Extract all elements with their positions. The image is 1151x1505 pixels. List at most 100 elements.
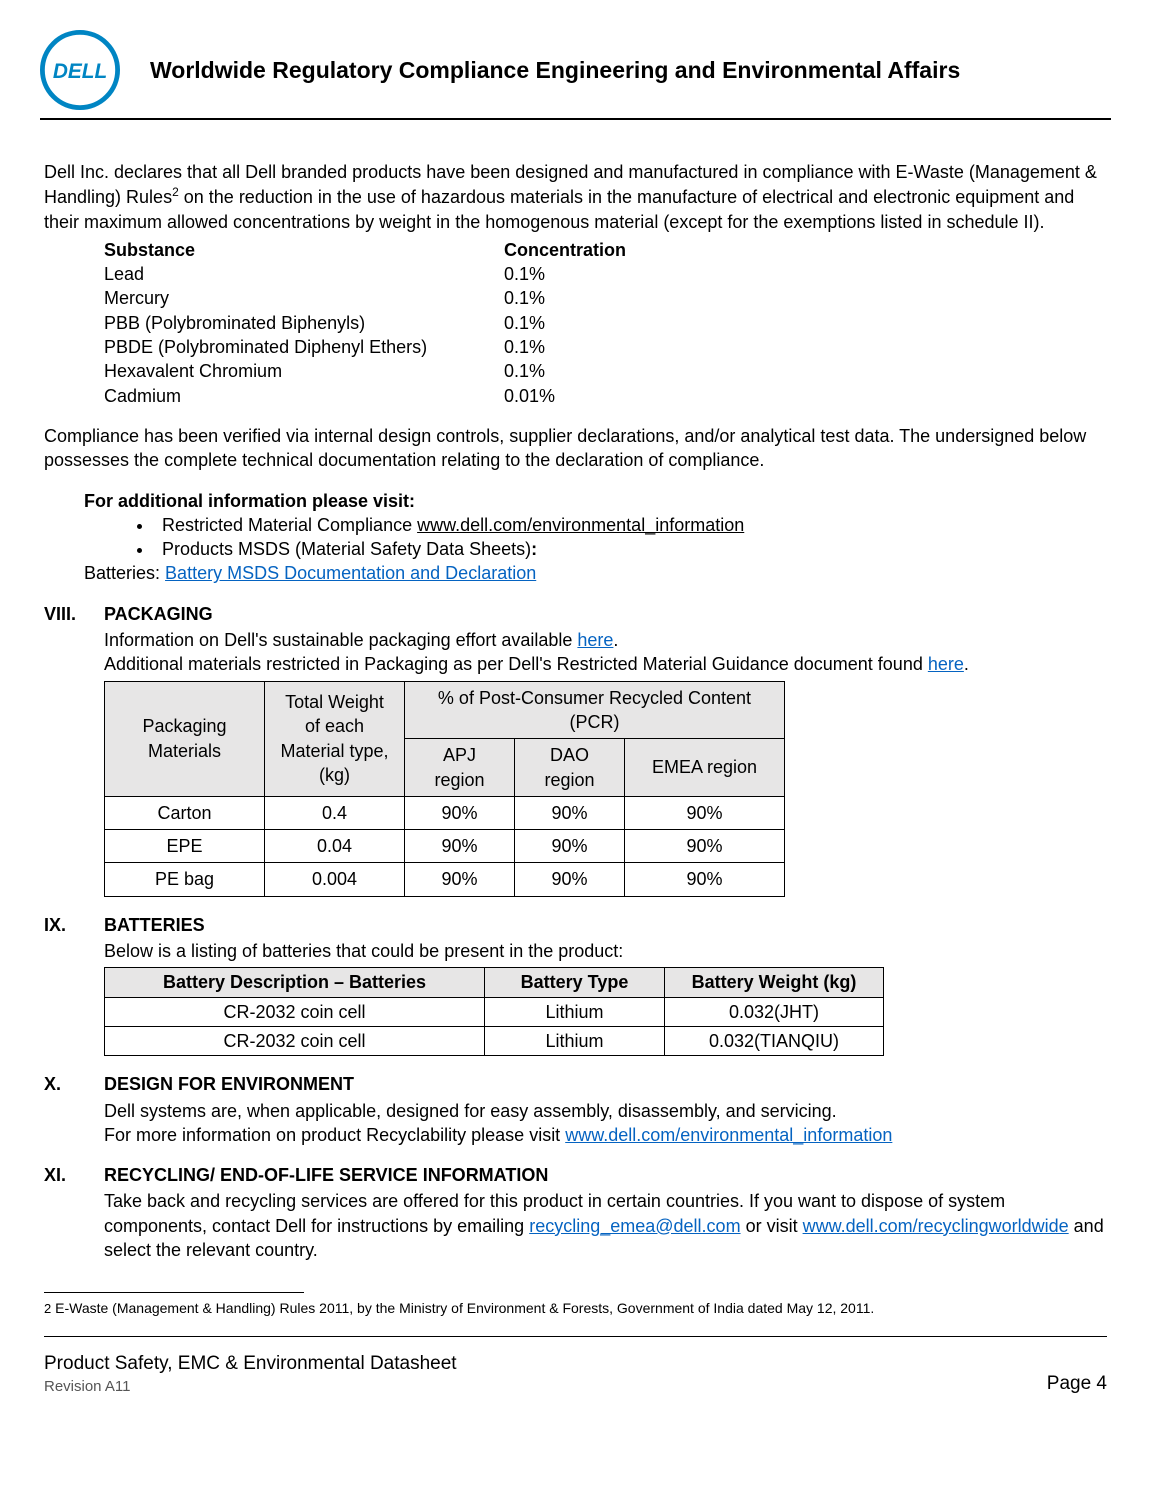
- intro-text-b: on the reduction in the use of hazardous…: [44, 187, 1074, 231]
- substance-table: Substance Concentration Lead 0.1% Mercur…: [104, 238, 1107, 408]
- battery-cell: Lithium: [485, 1026, 665, 1055]
- battery-cell: CR-2032 coin cell: [105, 1026, 485, 1055]
- substance-value: 0.01%: [504, 384, 704, 408]
- recycling-worldwide-link[interactable]: www.dell.com/recyclingworldwide: [803, 1216, 1069, 1236]
- substance-row: PBB (Polybrominated Biphenyls) 0.1%: [104, 311, 1107, 335]
- substance-name: Cadmium: [104, 384, 504, 408]
- section-title: PACKAGING: [104, 602, 213, 626]
- packaging-text: .: [613, 630, 618, 650]
- compliance-paragraph: Compliance has been verified via interna…: [44, 424, 1107, 473]
- substance-name: PBB (Polybrominated Biphenyls): [104, 311, 504, 335]
- design-text: For more information on product Recyclab…: [104, 1125, 565, 1145]
- table-row: Carton 0.4 90% 90% 90%: [105, 796, 785, 829]
- table-row: CR-2032 coin cell Lithium 0.032(JHT): [105, 997, 884, 1026]
- packaging-text: Information on Dell's sustainable packag…: [104, 630, 577, 650]
- substance-row: Hexavalent Chromium 0.1%: [104, 359, 1107, 383]
- packaging-cell: EPE: [105, 830, 265, 863]
- substance-row: Lead 0.1%: [104, 262, 1107, 286]
- design-text: Dell systems are, when applicable, desig…: [104, 1099, 1107, 1123]
- packaging-cell: 90%: [405, 830, 515, 863]
- substance-value: 0.1%: [504, 262, 704, 286]
- recycling-section-body: Take back and recycling services are off…: [104, 1189, 1107, 1262]
- footnote-separator: [44, 1292, 304, 1293]
- section-number: X.: [44, 1072, 104, 1096]
- intro-paragraph: Dell Inc. declares that all Dell branded…: [44, 160, 1107, 234]
- substance-row: Cadmium 0.01%: [104, 384, 1107, 408]
- battery-cell: 0.032(TIANQIU): [665, 1026, 884, 1055]
- packaging-cell: 90%: [515, 796, 625, 829]
- batteries-table: Battery Description – Batteries Battery …: [104, 967, 884, 1056]
- footnote: 2 E-Waste (Management & Handling) Rules …: [44, 1299, 1107, 1318]
- packaging-cell: Carton: [105, 796, 265, 829]
- table-row: CR-2032 coin cell Lithium 0.032(TIANQIU): [105, 1026, 884, 1055]
- section-title: DESIGN FOR ENVIRONMENT: [104, 1072, 354, 1096]
- packaging-section-body: Information on Dell's sustainable packag…: [104, 628, 1107, 897]
- list-item: Products MSDS (Material Safety Data Shee…: [154, 537, 1107, 561]
- additional-info-title: For additional information please visit:: [84, 489, 1107, 513]
- packaging-table: Packaging Materials Total Weight of each…: [104, 681, 785, 897]
- section-heading-batteries: IX. BATTERIES: [44, 913, 1107, 937]
- footer-page-number: Page 4: [1047, 1371, 1107, 1397]
- packaging-header-materials: Packaging Materials: [105, 681, 265, 796]
- packaging-cell: 90%: [405, 796, 515, 829]
- substance-name: Mercury: [104, 286, 504, 310]
- substance-row: Mercury 0.1%: [104, 286, 1107, 310]
- header-title: Worldwide Regulatory Compliance Engineer…: [150, 57, 960, 84]
- environmental-info-link[interactable]: www.dell.com/environmental_information: [417, 515, 744, 535]
- packaging-cell: 90%: [515, 863, 625, 896]
- bullet-text: Restricted Material Compliance: [162, 515, 417, 535]
- footnote-text: E-Waste (Management & Handling) Rules 20…: [51, 1300, 874, 1316]
- batteries-section-body: Below is a listing of batteries that cou…: [104, 939, 1107, 1056]
- section-heading-design: X. DESIGN FOR ENVIRONMENT: [44, 1072, 1107, 1096]
- packaging-here-link[interactable]: here: [577, 630, 613, 650]
- packaging-text: Additional materials restricted in Packa…: [104, 654, 928, 674]
- batteries-header-desc: Battery Description – Batteries: [105, 968, 485, 997]
- substance-header-concentration: Concentration: [504, 238, 704, 262]
- batteries-label: Batteries:: [84, 563, 165, 583]
- batteries-header-weight: Battery Weight (kg): [665, 968, 884, 997]
- section-number: VIII.: [44, 602, 104, 626]
- section-number: IX.: [44, 913, 104, 937]
- packaging-cell: 90%: [625, 863, 785, 896]
- packaging-header-dao: DAO region: [515, 739, 625, 797]
- footer-doc-title: Product Safety, EMC & Environmental Data…: [44, 1351, 457, 1377]
- packaging-cell: 0.04: [265, 830, 405, 863]
- substance-value: 0.1%: [504, 286, 704, 310]
- design-section-body: Dell systems are, when applicable, desig…: [104, 1099, 1107, 1148]
- packaging-header-apj: APJ region: [405, 739, 515, 797]
- substance-row: PBDE (Polybrominated Diphenyl Ethers) 0.…: [104, 335, 1107, 359]
- table-row: PE bag 0.004 90% 90% 90%: [105, 863, 785, 896]
- additional-info-block: For additional information please visit:…: [84, 489, 1107, 586]
- document-footer: Product Safety, EMC & Environmental Data…: [44, 1351, 1107, 1397]
- battery-cell: Lithium: [485, 997, 665, 1026]
- recyclability-link[interactable]: www.dell.com/environmental_information: [565, 1125, 892, 1145]
- list-item: Restricted Material Compliance www.dell.…: [154, 513, 1107, 537]
- packaging-cell: 0.4: [265, 796, 405, 829]
- table-row: EPE 0.04 90% 90% 90%: [105, 830, 785, 863]
- bullet-colon: :: [531, 539, 537, 559]
- packaging-cell: 90%: [625, 830, 785, 863]
- packaging-cell: 0.004: [265, 863, 405, 896]
- batteries-intro: Below is a listing of batteries that cou…: [104, 939, 1107, 963]
- dell-logo-icon: DELL: [40, 30, 120, 110]
- substance-name: Hexavalent Chromium: [104, 359, 504, 383]
- footer-revision: Revision A11: [44, 1377, 457, 1397]
- packaging-header-weight: Total Weight of each Material type, (kg): [265, 681, 405, 796]
- section-title: BATTERIES: [104, 913, 205, 937]
- intro-footnote-ref: 2: [172, 185, 179, 199]
- bullet-text: Products MSDS (Material Safety Data Shee…: [162, 539, 531, 559]
- substance-name: Lead: [104, 262, 504, 286]
- batteries-header-type: Battery Type: [485, 968, 665, 997]
- section-heading-packaging: VIII. PACKAGING: [44, 602, 1107, 626]
- substance-name: PBDE (Polybrominated Diphenyl Ethers): [104, 335, 504, 359]
- battery-msds-link[interactable]: Battery MSDS Documentation and Declarati…: [165, 563, 536, 583]
- recycling-email-link[interactable]: recycling_emea@dell.com: [529, 1216, 740, 1236]
- packaging-header-pcr: % of Post-Consumer Recycled Content (PCR…: [405, 681, 785, 739]
- packaging-cell: 90%: [515, 830, 625, 863]
- section-title: RECYCLING/ END-OF-LIFE SERVICE INFORMATI…: [104, 1163, 548, 1187]
- recycling-text: or visit: [741, 1216, 803, 1236]
- packaging-text: .: [964, 654, 969, 674]
- restricted-guidance-link[interactable]: here: [928, 654, 964, 674]
- footer-separator: [44, 1336, 1107, 1337]
- packaging-cell: 90%: [625, 796, 785, 829]
